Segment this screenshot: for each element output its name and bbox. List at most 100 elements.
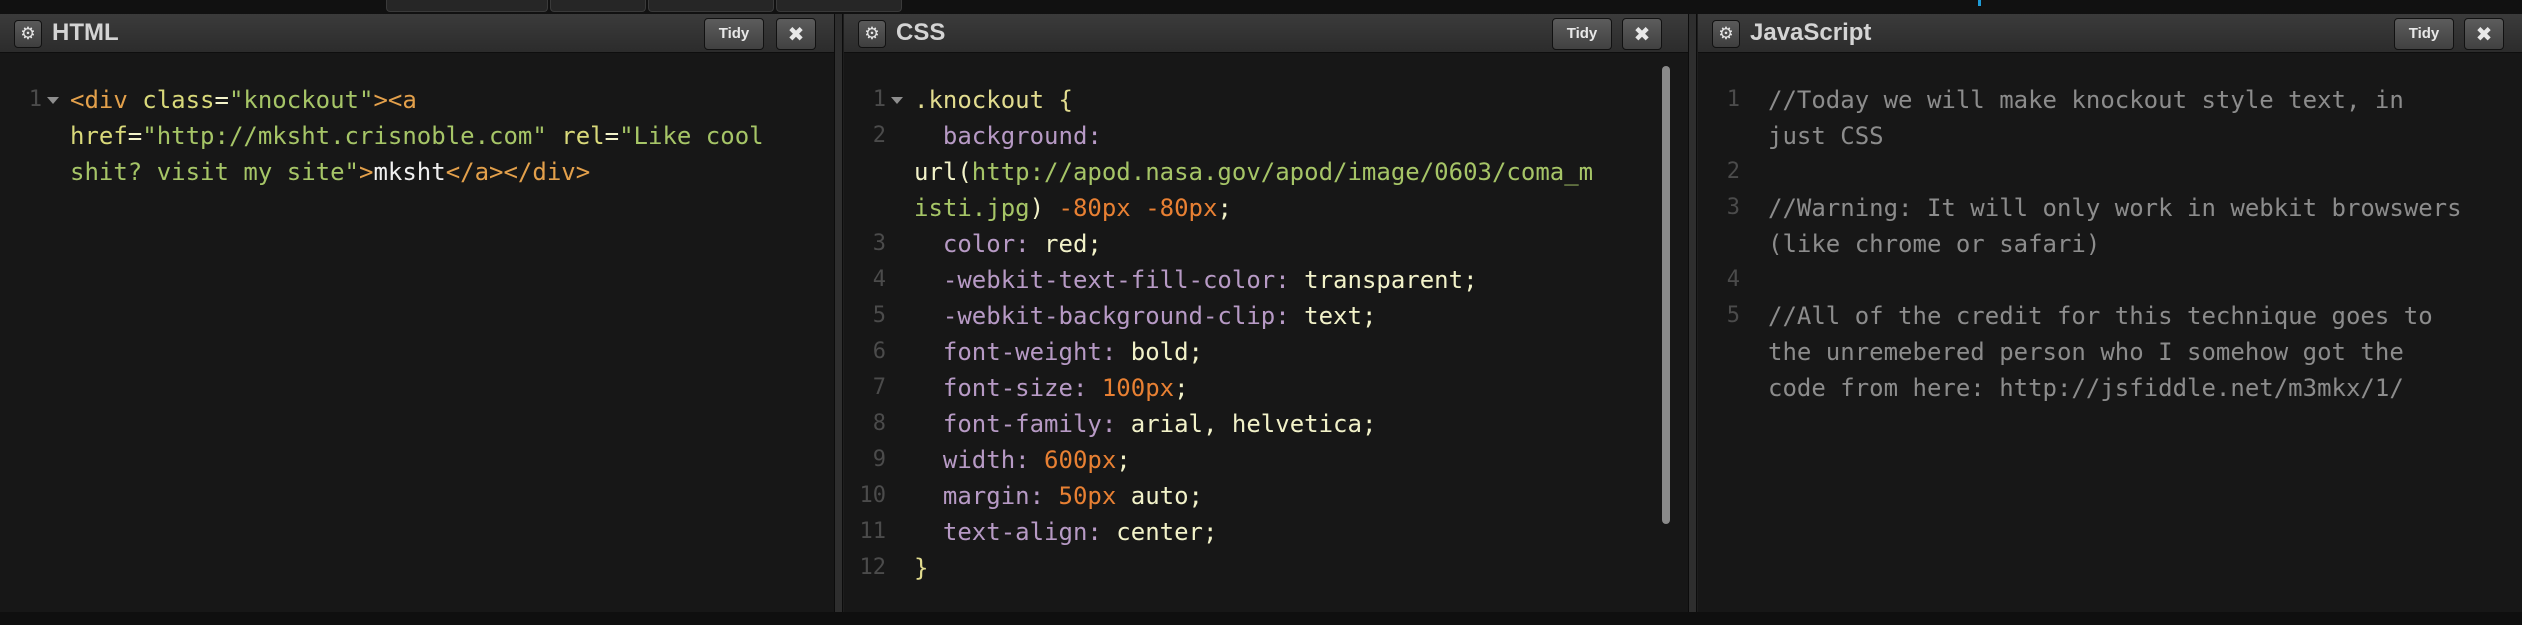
panel-resizer[interactable] <box>1688 14 1697 612</box>
html-panel: ⚙ HTML Tidy ✖ 1 <div class="knockout"><a… <box>0 14 834 612</box>
code-line: text-align: center; <box>914 514 1668 550</box>
code-token: //All of the credit for this technique g… <box>1768 302 2433 330</box>
line-number: 11 <box>859 519 887 544</box>
code-token: url( <box>914 158 972 186</box>
code-token: ; <box>1174 374 1189 402</box>
code-token: ; <box>1361 410 1377 438</box>
toolbar-button[interactable] <box>648 0 774 12</box>
code-line: background: <box>914 118 1668 154</box>
code-token: -80px <box>1058 194 1131 222</box>
gear-icon[interactable]: ⚙ <box>14 20 42 48</box>
close-icon[interactable]: ✖ <box>2464 18 2504 50</box>
tidy-button[interactable]: Tidy <box>1552 18 1612 50</box>
code-line: font-family: arial, helvetica; <box>914 406 1668 442</box>
code-token: </a></div> <box>445 158 591 186</box>
line-number <box>0 154 44 190</box>
code-lines: .knockout { background: url(http://apod.n… <box>914 82 1668 586</box>
panel-title: HTML <box>52 19 119 46</box>
toolbar-accent <box>1978 0 1981 6</box>
code-line: -webkit-text-fill-color: transparent; <box>914 262 1668 298</box>
toolbar-button[interactable] <box>776 0 902 12</box>
code-token: = <box>604 122 620 150</box>
code-token: class <box>142 86 215 114</box>
code-token: 100px <box>1101 374 1175 402</box>
code-token: -webkit-background-clip: <box>914 302 1305 330</box>
code-token: href <box>70 122 128 150</box>
code-token: ; <box>1361 302 1377 330</box>
panel-title: CSS <box>896 19 946 46</box>
line-number: 3 <box>1726 195 1740 220</box>
code-token: shit? visit my site" <box>70 158 359 186</box>
code-token: ) <box>1029 194 1059 222</box>
code-line: width: 600px; <box>914 442 1668 478</box>
css-panel: ⚙ CSS Tidy ✖ 1 2 3 4 5 6 7 8 9 10 11 12 .knockout {… <box>844 14 1688 612</box>
code-token: auto; <box>1116 482 1203 510</box>
panel-title: JavaScript <box>1750 19 1872 46</box>
close-icon[interactable]: ✖ <box>1622 18 1662 50</box>
code-token: http://apod.nasa.gov/apod/image/0603/com… <box>971 158 1594 186</box>
code-line: font-weight: bold; <box>914 334 1668 370</box>
line-gutter: 1 2 3 4 5 <box>1698 82 1754 406</box>
tidy-button[interactable]: Tidy <box>704 18 764 50</box>
line-number <box>1698 118 1742 154</box>
code-token: font-size: <box>914 374 1102 402</box>
line-number <box>844 154 888 190</box>
line-number: 9 <box>872 447 886 472</box>
code-token: .knockout { <box>914 86 1073 114</box>
code-token: 50px <box>1058 482 1117 510</box>
fold-arrow-icon[interactable] <box>891 97 903 104</box>
panel-header: ⚙ CSS Tidy ✖ <box>844 14 1688 53</box>
close-icon[interactable]: ✖ <box>776 18 816 50</box>
fold-arrow-icon[interactable] <box>47 97 59 104</box>
toolbar-button[interactable] <box>386 0 548 12</box>
code-line: margin: 50px auto; <box>914 478 1668 514</box>
code-token: font-family: <box>914 410 1131 438</box>
code-token: just CSS <box>1768 122 1884 150</box>
code-token: margin: <box>914 482 1059 510</box>
code-line: } <box>914 550 1668 586</box>
code-token: = <box>127 122 143 150</box>
code-token: <div <box>70 86 143 114</box>
code-token: rel <box>561 122 605 150</box>
line-number: 5 <box>872 303 886 328</box>
gear-icon[interactable]: ⚙ <box>858 20 886 48</box>
line-gutter: 1 2 3 4 5 6 7 8 9 10 11 12 <box>844 82 903 586</box>
code-line: -webkit-background-clip: text; <box>914 298 1668 334</box>
code-token: "knockout" <box>228 86 374 114</box>
code-token: "http://mksht.crisnoble.com" <box>142 122 547 150</box>
code-token: = <box>214 86 229 114</box>
code-token: bold <box>1130 338 1189 366</box>
vertical-scrollbar[interactable] <box>1662 66 1670 524</box>
line-number <box>0 118 44 154</box>
tidy-button[interactable]: Tidy <box>2394 18 2454 50</box>
code-line: <div class="knockout"><a <box>70 82 814 118</box>
code-line: url(http://apod.nasa.gov/apod/image/0603… <box>914 154 1668 190</box>
code-line: (like chrome or safari) <box>1768 226 2502 262</box>
line-number <box>844 190 888 226</box>
code-token: arial, helvetica <box>1130 410 1362 438</box>
code-token: red <box>1044 230 1088 258</box>
code-lines: <div class="knockout"><a href="http://mks… <box>70 82 814 190</box>
line-number: 3 <box>872 231 886 256</box>
code-line: shit? visit my site">mksht</a></div> <box>70 154 814 190</box>
line-number: 6 <box>872 339 886 364</box>
gear-icon[interactable]: ⚙ <box>1712 20 1740 48</box>
code-line: //Warning: It will only work in webkit b… <box>1768 190 2502 226</box>
line-number: 4 <box>1726 267 1740 292</box>
panel-resizer[interactable] <box>834 14 843 612</box>
toolbar-button[interactable] <box>550 0 646 12</box>
code-token: > <box>358 158 374 186</box>
code-line: isti.jpg) -80px -80px; <box>914 190 1668 226</box>
line-gutter: 1 <box>0 82 59 190</box>
code-token: ; <box>1188 338 1203 366</box>
panel-header: ⚙ JavaScript Tidy ✖ <box>1698 14 2522 53</box>
code-lines: //Today we will make knockout style text… <box>1768 82 2502 406</box>
code-token: "Like cool <box>619 122 764 150</box>
code-token: ; <box>1116 446 1131 474</box>
line-number: 8 <box>872 411 886 436</box>
code-token: //Today we will make knockout style text… <box>1768 86 2404 114</box>
code-token: transparent <box>1304 266 1464 294</box>
javascript-panel: ⚙ JavaScript Tidy ✖ 1 2 3 4 5 //Today we wil… <box>1698 14 2522 612</box>
code-line: just CSS <box>1768 118 2502 154</box>
